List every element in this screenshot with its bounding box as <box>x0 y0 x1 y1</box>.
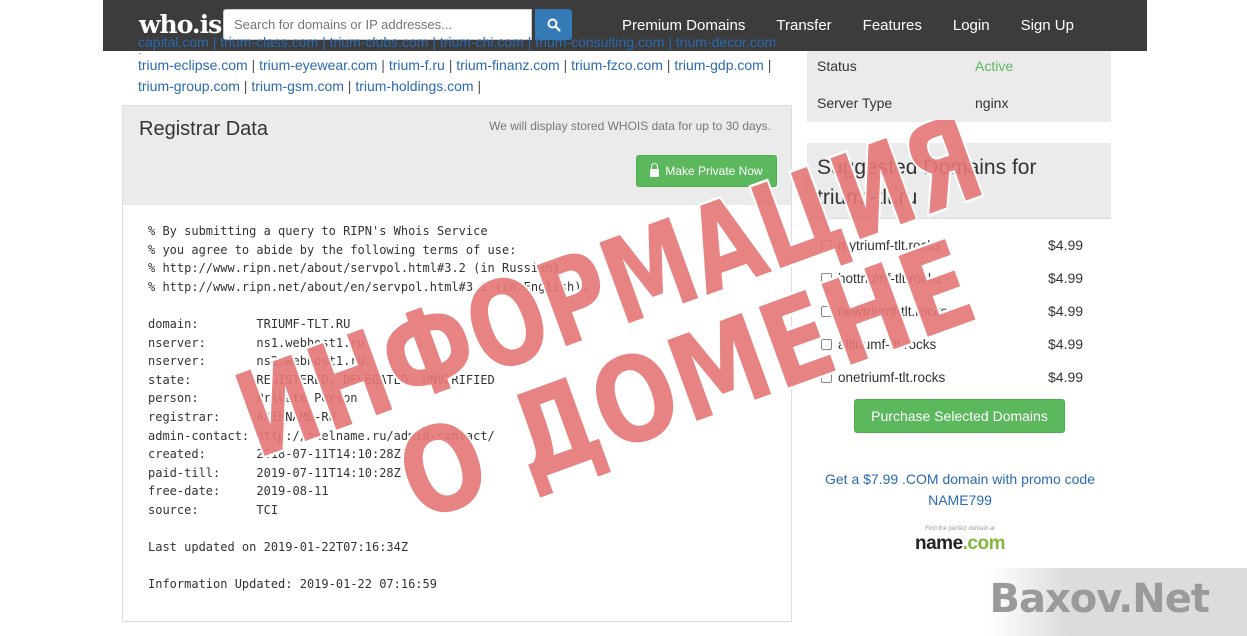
suggested-checkbox[interactable] <box>821 338 832 350</box>
whois-raw-text: % By submitting a query to RIPN's Whois … <box>148 224 589 592</box>
suggested-checkbox[interactable] <box>821 239 832 251</box>
nav-transfer[interactable]: Transfer <box>776 17 831 34</box>
namecom-tagline: Find the perfect domain at <box>925 526 995 532</box>
purchase-selected-button[interactable]: Purchase Selected Domains <box>854 399 1065 433</box>
make-private-button[interactable]: Make Private Now <box>636 155 777 187</box>
lock-icon <box>650 163 660 177</box>
watermark-text: Baxov.Net <box>989 576 1210 622</box>
suggested-price: $4.99 <box>1048 369 1084 385</box>
registrar-title: Registrar Data <box>139 118 268 140</box>
related-domain-link[interactable]: trium-eclipse.com <box>138 57 248 73</box>
suggested-domain-name: hottriumf-tlt.rocks <box>838 270 942 286</box>
suggested-list: mytriumf-tlt.rocks $4.99 hottriumf-tlt.r… <box>807 219 1111 448</box>
suggested-item[interactable]: newtriumf-tlt.rocks <box>821 301 948 321</box>
namecom-brand: name <box>915 533 963 554</box>
related-domain-link[interactable]: trium-gdp.com <box>674 57 763 73</box>
status-panel: Status Active Server Type nginx <box>807 51 1111 122</box>
suggested-title-domain: triumf-tlt.ru <box>817 186 918 209</box>
related-domain-link[interactable]: trium-finanz.com <box>456 57 559 73</box>
nav-premium-domains[interactable]: Premium Domains <box>622 17 745 34</box>
suggested-price: $4.99 <box>1048 237 1084 253</box>
suggested-item[interactable]: mytriumf-tlt.rocks <box>821 235 941 255</box>
server-type-label: Server Type <box>817 95 893 111</box>
nav-login[interactable]: Login <box>953 17 990 34</box>
promo-code: NAME799 <box>928 492 992 508</box>
related-domain-link[interactable]: trium-eyewear.com <box>259 57 377 73</box>
suggested-price: $4.99 <box>1048 336 1084 352</box>
nav-features[interactable]: Features <box>863 17 922 34</box>
status-label: Status <box>817 58 857 74</box>
namecom-tld: .com <box>962 533 1006 554</box>
suggested-price: $4.99 <box>1048 303 1084 319</box>
suggested-price: $4.99 <box>1048 270 1084 286</box>
suggested-domain-name: alltriumf-tlt.rocks <box>838 336 937 352</box>
registrar-data-panel: Registrar Data We will display stored WH… <box>122 105 792 622</box>
registrar-header: Registrar Data We will display stored WH… <box>123 106 791 205</box>
related-domain-link[interactable]: trium-gsm.com <box>251 78 344 94</box>
namecom-logo[interactable]: name.com <box>900 533 1020 555</box>
search-icon <box>547 18 561 32</box>
nav-sign-up[interactable]: Sign Up <box>1021 17 1074 34</box>
status-value: Active <box>975 58 1014 74</box>
suggested-item[interactable]: alltriumf-tlt.rocks <box>821 334 936 354</box>
promo-text[interactable]: Get a $7.99 .COM domain with promo code … <box>807 469 1113 511</box>
suggested-checkbox[interactable] <box>821 371 832 383</box>
suggested-domain-name: onetriumf-tlt.rocks <box>838 369 946 385</box>
registrar-retention-note: We will display stored WHOIS data for up… <box>489 119 771 133</box>
make-private-label: Make Private Now <box>665 164 763 178</box>
related-domain-link[interactable]: trium-group.com <box>138 78 240 94</box>
promo-line1: Get a $7.99 .COM domain with promo code <box>824 471 1096 487</box>
related-domains-list: trium-eclipse.com | trium-eyewear.com | … <box>138 57 772 94</box>
suggested-title: Suggested Domains for triumf-tlt.ru <box>817 153 1036 213</box>
related-domain-link[interactable]: trium-holdings.com <box>355 78 473 94</box>
suggested-domains-panel: Suggested Domains for triumf-tlt.ru mytr… <box>807 143 1111 448</box>
suggested-checkbox[interactable] <box>821 272 832 284</box>
suggested-header: Suggested Domains for triumf-tlt.ru <box>807 143 1111 219</box>
watermark-box: Baxov.Net <box>990 568 1247 636</box>
suggested-checkbox[interactable] <box>821 305 832 317</box>
server-type-value: nginx <box>975 95 1009 111</box>
related-domains-cut-line[interactable]: capital.com | trium-class.com | trium-cl… <box>138 34 778 54</box>
suggested-domain-name: newtriumf-tlt.rocks <box>838 303 948 319</box>
suggested-title-line1: Suggested Domains for <box>817 156 1037 179</box>
suggested-item[interactable]: hottriumf-tlt.rocks <box>821 268 942 288</box>
suggested-item[interactable]: onetriumf-tlt.rocks <box>821 367 945 387</box>
related-domain-link[interactable]: trium-f.ru <box>389 57 445 73</box>
related-domain-link[interactable]: trium-fzco.com <box>571 57 663 73</box>
suggested-domain-name: mytriumf-tlt.rocks <box>838 237 941 253</box>
